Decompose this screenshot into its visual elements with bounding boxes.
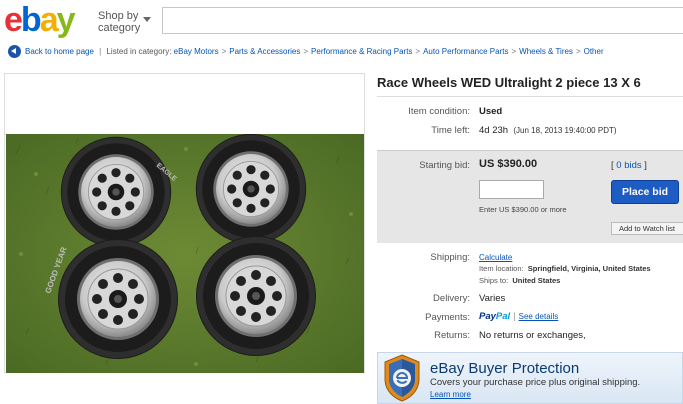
- time-left-value-row: 4d 23h (Jun 18, 2013 19:40:00 PDT): [479, 125, 617, 136]
- logo-letter-y: y: [56, 1, 76, 39]
- delivery-value: Varies: [479, 293, 506, 304]
- breadcrumb-item-auto-performance[interactable]: Auto Performance Parts: [423, 47, 508, 56]
- returns-value: No returns or exchanges,: [479, 330, 586, 341]
- divider: [377, 96, 683, 97]
- buyer-protection-banner[interactable]: eBay Buyer Protection Covers your purcha…: [377, 352, 683, 404]
- logo-letter-b: b: [20, 1, 42, 39]
- breadcrumb-item-wheels-tires[interactable]: Wheels & Tires: [519, 47, 573, 56]
- returns-label: Returns:: [434, 330, 470, 341]
- back-arrow-icon[interactable]: [8, 45, 21, 59]
- breadcrumb-item-other[interactable]: Other: [584, 47, 604, 56]
- ebay-logo[interactable]: ebay: [4, 1, 76, 39]
- shop-by-category-button[interactable]: Shop by category: [98, 10, 151, 34]
- shipping-label: Shipping:: [430, 252, 470, 263]
- payments-label: Payments:: [425, 312, 470, 323]
- listed-in-label: Listed in category:: [106, 47, 172, 56]
- shop-by-label: Shop by: [98, 10, 139, 22]
- breadcrumb-item-ebay-motors[interactable]: eBay Motors: [174, 47, 219, 56]
- item-photo[interactable]: GOOD YEAR EAGLE: [6, 134, 364, 373]
- category-label: category: [98, 22, 141, 34]
- end-date: (Jun 18, 2013 19:40:00 PDT): [513, 126, 617, 135]
- breadcrumb-item-performance-racing[interactable]: Performance & Racing Parts: [311, 47, 412, 56]
- logo-letter-e: e: [4, 1, 23, 39]
- item-image-panel: GOOD YEAR EAGLE: [4, 73, 365, 373]
- delivery-label: Delivery:: [433, 293, 470, 304]
- breadcrumb-item-parts-accessories[interactable]: Parts & Accessories: [229, 47, 300, 56]
- breadcrumb: Back to home page | Listed in category: …: [8, 44, 604, 60]
- condition-label: Item condition:: [408, 106, 470, 117]
- starting-bid-label: Starting bid:: [419, 160, 470, 171]
- wheels-photo-svg: GOOD YEAR EAGLE: [6, 134, 364, 373]
- chevron-down-icon: [143, 17, 151, 22]
- buyer-protection-subtitle: Covers your purchase price plus original…: [430, 377, 641, 388]
- ships-to-value: United States: [512, 276, 561, 285]
- site-header: ebay Shop by category: [0, 0, 683, 40]
- learn-more-link[interactable]: Learn more: [430, 390, 471, 399]
- add-to-watchlist-button[interactable]: Add to Watch list: [611, 222, 683, 235]
- shield-icon: [384, 354, 420, 402]
- ships-to-row: Ships to: United States: [479, 276, 561, 285]
- starting-bid-value: US $390.00: [479, 158, 538, 170]
- buyer-protection-title: eBay Buyer Protection: [430, 360, 580, 377]
- bid-amount-input[interactable]: [479, 180, 544, 199]
- bid-hint: Enter US $390.00 or more: [479, 205, 567, 214]
- bids-count-link-row[interactable]: [ 0 bids ]: [611, 160, 647, 171]
- search-input[interactable]: [162, 7, 683, 34]
- payments-row: PayPal | See details: [479, 311, 559, 322]
- condition-value: Used: [479, 106, 503, 117]
- time-left-label: Time left:: [431, 125, 470, 136]
- time-left-value: 4d 23h: [479, 125, 509, 136]
- item-location-value: Springfield, Virginia, United States: [527, 264, 651, 273]
- item-title: Race Wheels WED Ultralight 2 piece 13 X …: [377, 75, 641, 90]
- calculate-shipping-link[interactable]: Calculate: [479, 253, 512, 262]
- place-bid-button[interactable]: Place bid: [611, 180, 679, 204]
- logo-letter-a: a: [39, 1, 59, 39]
- item-location-row: Item location: Springfield, Virginia, Un…: [479, 264, 651, 273]
- bids-count-link[interactable]: 0 bids: [616, 160, 641, 171]
- see-details-link[interactable]: See details: [519, 312, 559, 321]
- back-to-home-link[interactable]: Back to home page: [25, 47, 94, 56]
- paypal-logo: PayPal: [479, 311, 511, 322]
